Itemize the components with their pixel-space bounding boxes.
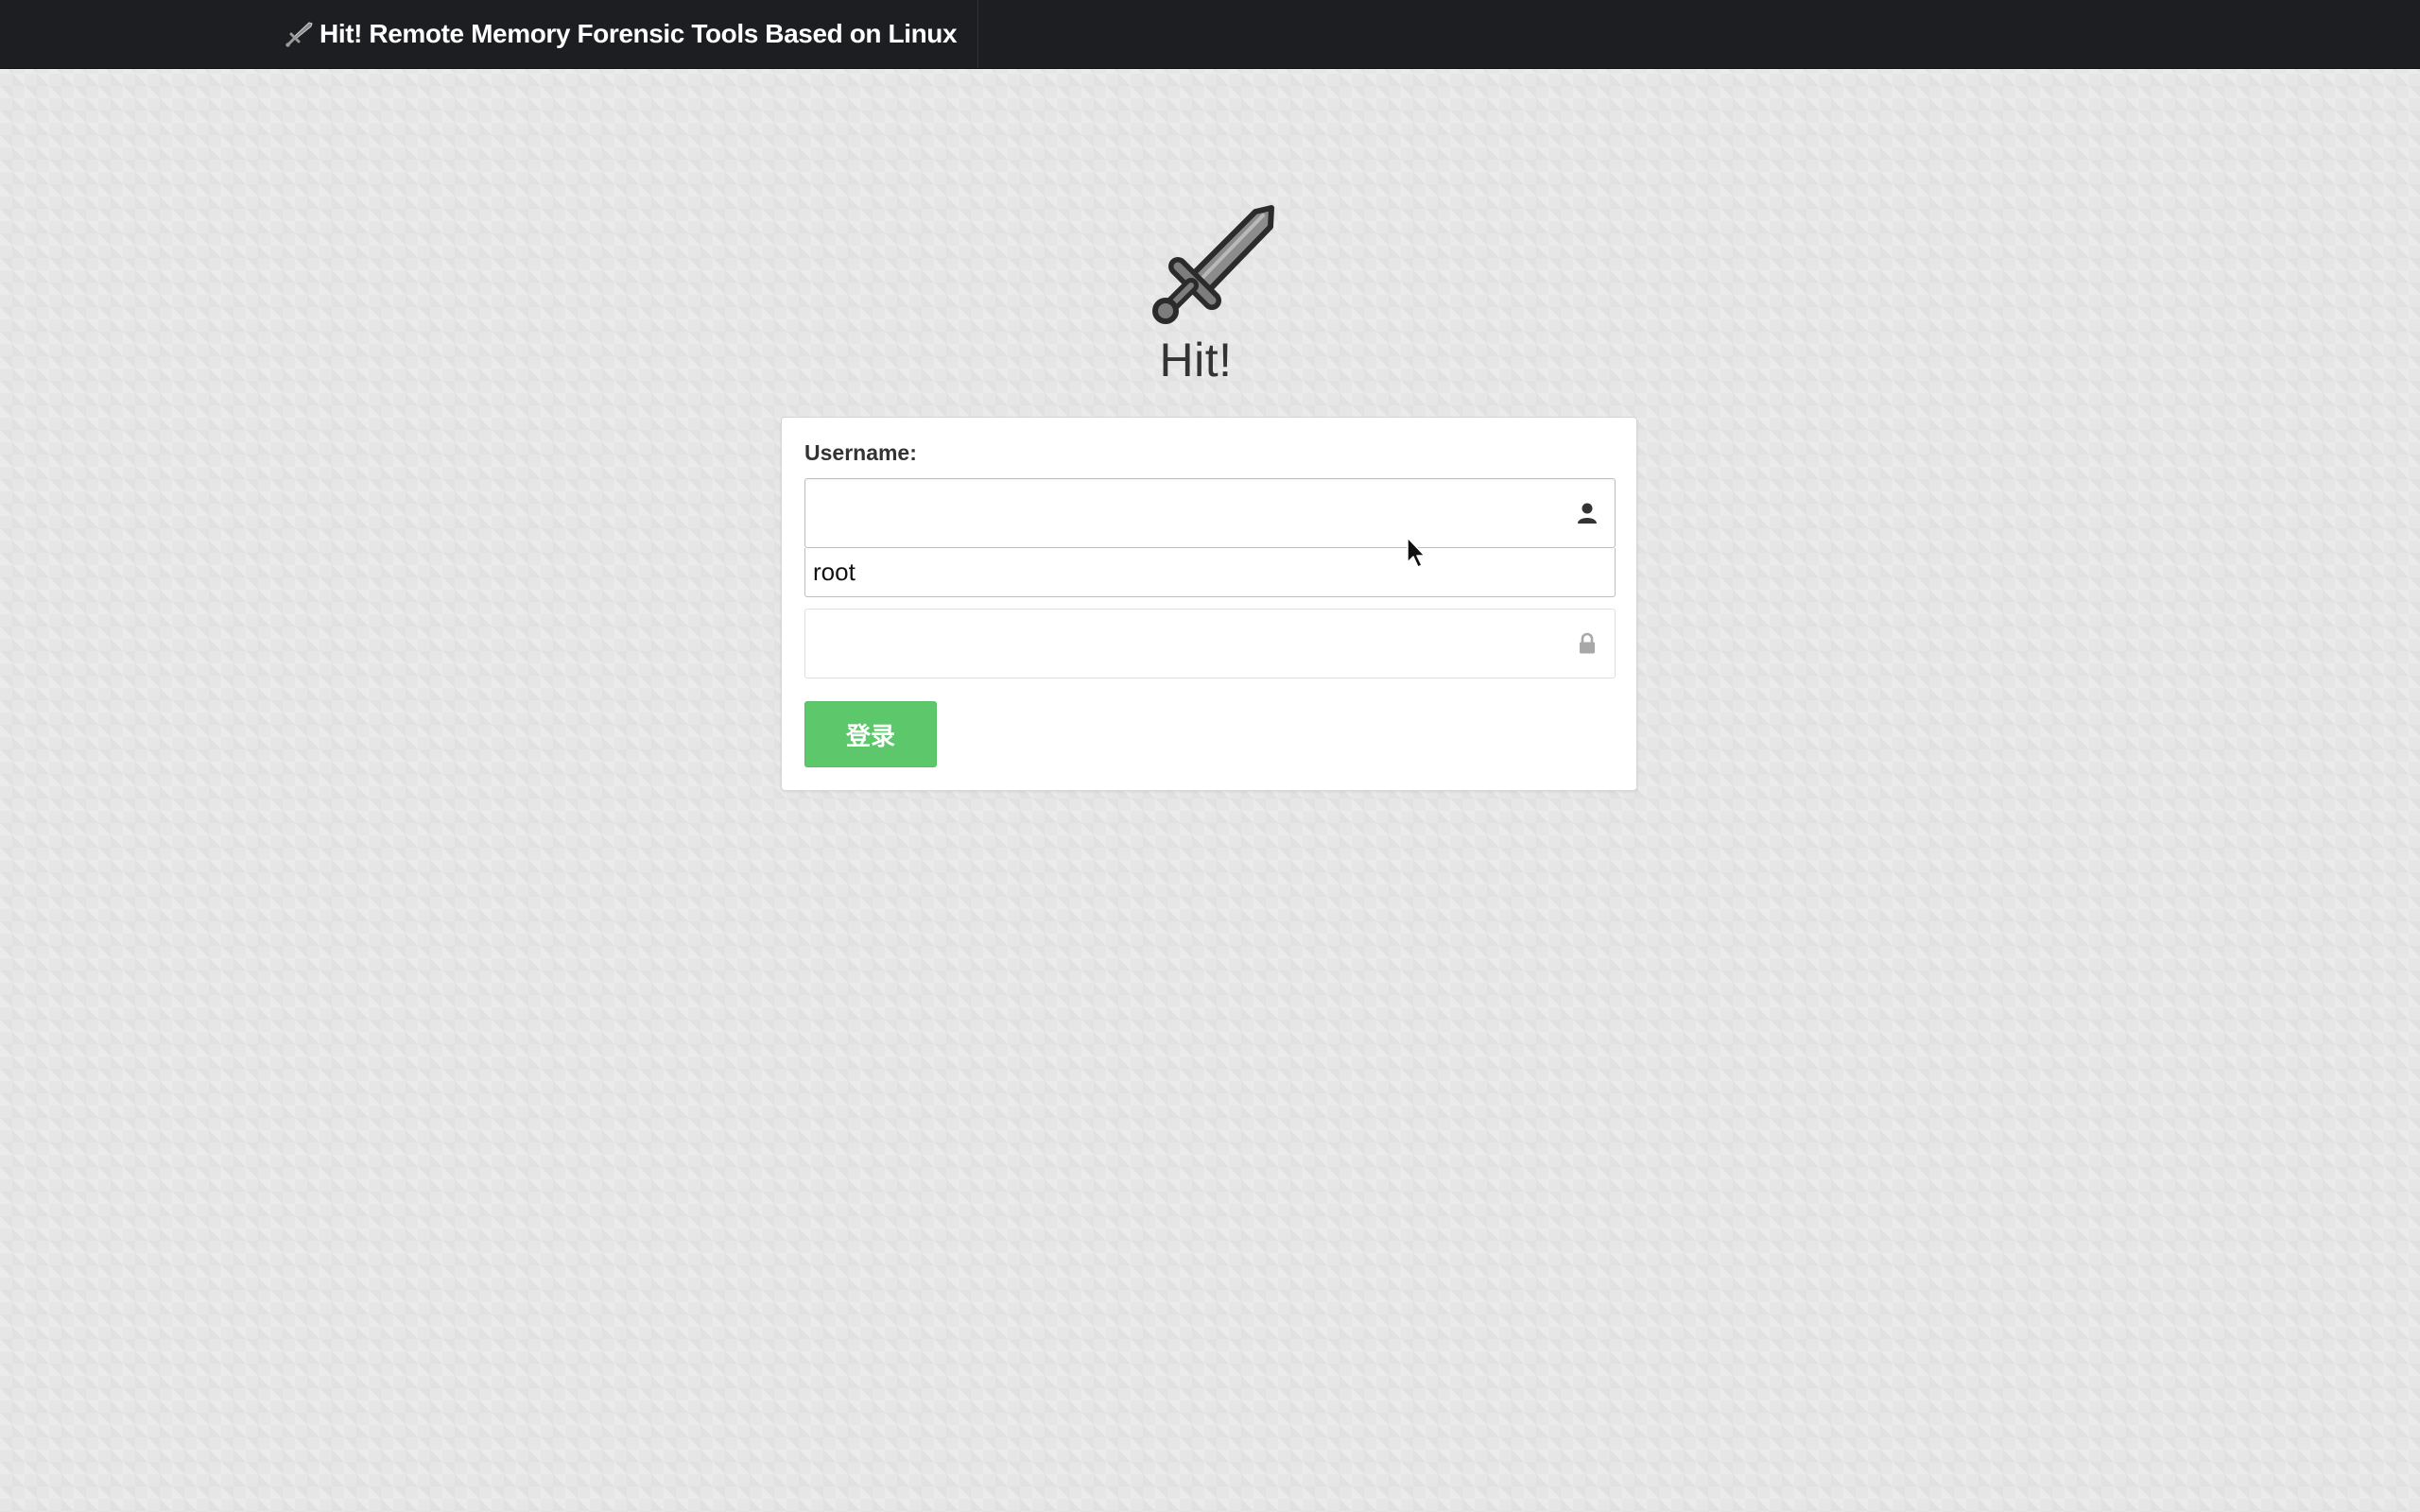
username-label: Username: bbox=[804, 440, 917, 465]
suggestion-item[interactable]: root bbox=[813, 558, 856, 587]
logo-title: Hit! bbox=[1159, 334, 1233, 387]
login-button[interactable]: 登录 bbox=[804, 701, 937, 767]
app-title: Hit! Remote Memory Forensic Tools Based … bbox=[320, 19, 958, 48]
username-field[interactable] bbox=[804, 478, 1616, 548]
navbar-brand[interactable]: Hit! Remote Memory Forensic Tools Based … bbox=[284, 0, 979, 68]
login-panel: Username: root 登录 bbox=[781, 417, 1637, 791]
user-icon bbox=[1575, 501, 1599, 525]
lock-icon bbox=[1575, 631, 1599, 656]
password-field[interactable] bbox=[804, 609, 1616, 679]
password-input[interactable] bbox=[805, 610, 1615, 678]
username-input[interactable] bbox=[805, 479, 1615, 547]
username-autocomplete-suggestion[interactable]: root bbox=[804, 548, 1616, 597]
sword-icon bbox=[284, 19, 314, 49]
mouse-pointer-icon bbox=[1406, 536, 1428, 570]
top-navbar: Hit! Remote Memory Forensic Tools Based … bbox=[0, 0, 2420, 69]
sword-icon bbox=[1144, 198, 1276, 331]
